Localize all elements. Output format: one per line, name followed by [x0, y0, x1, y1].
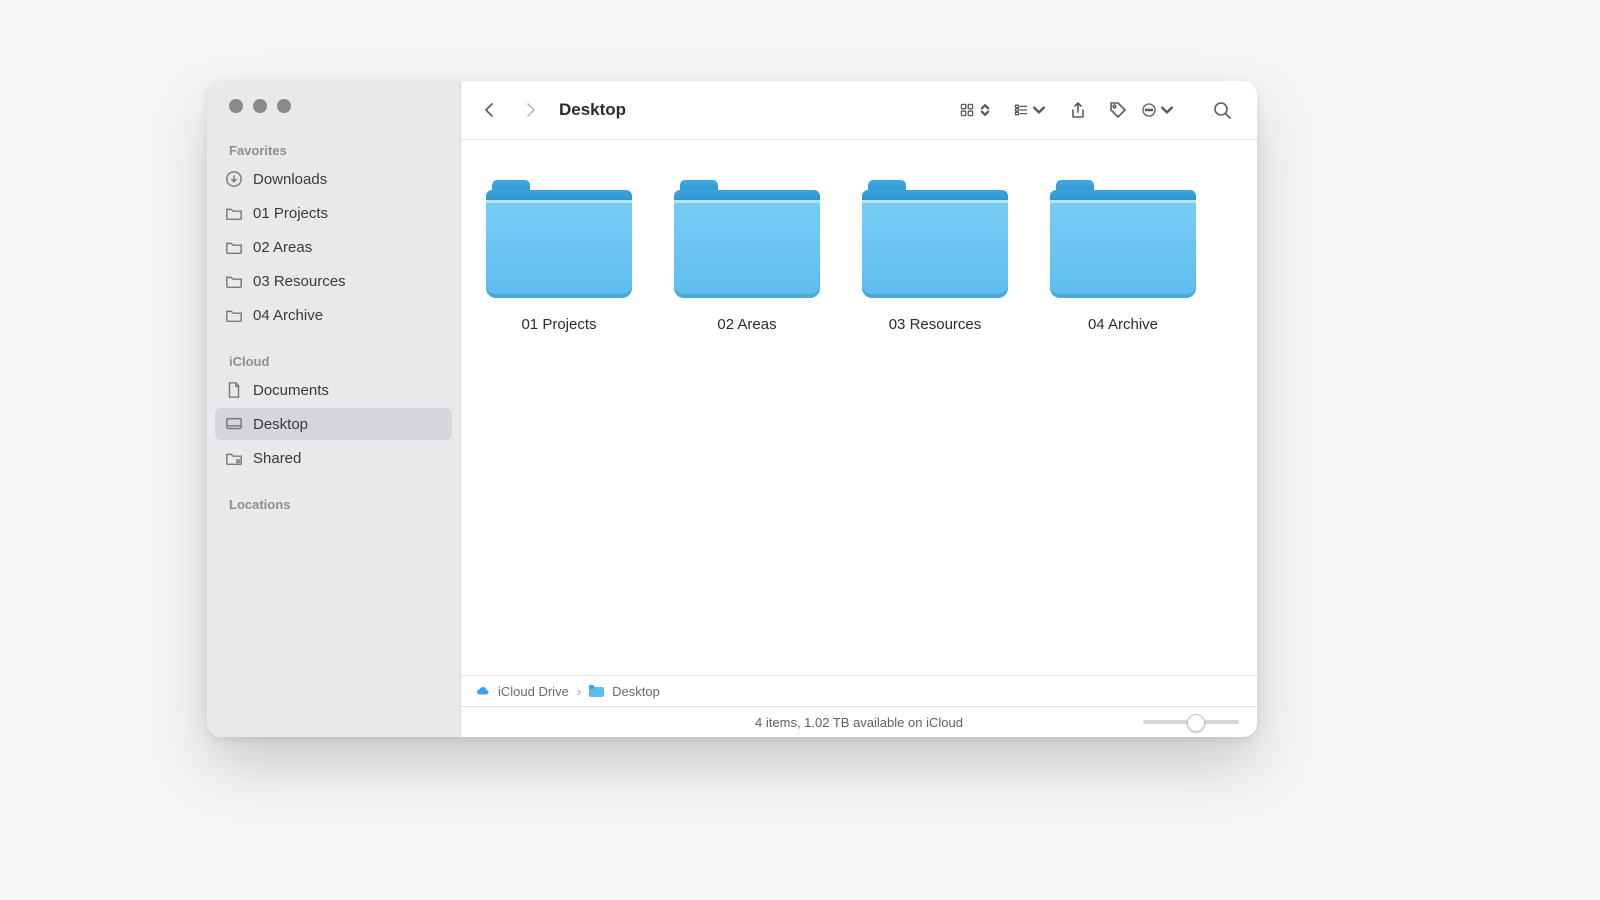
main-area: Desktop 01 Projects — [461, 81, 1257, 737]
folder-item[interactable]: 02 Areas — [671, 180, 823, 333]
item-label: 04 Archive — [1088, 316, 1158, 333]
folder-icon — [225, 272, 243, 290]
sidebar-item-label: Documents — [253, 382, 329, 399]
path-segment[interactable]: iCloud Drive — [498, 684, 569, 699]
group-by-button[interactable] — [1013, 93, 1047, 127]
zoom-window-button[interactable] — [277, 99, 291, 113]
folder-icon — [674, 180, 820, 298]
updown-icon — [977, 100, 993, 120]
share-icon — [1068, 100, 1088, 120]
folder-icon — [225, 204, 243, 222]
close-window-button[interactable] — [229, 99, 243, 113]
more-icon — [1141, 100, 1157, 120]
window-controls — [207, 99, 460, 135]
download-icon — [225, 170, 243, 188]
sidebar-section-locations: Locations — [207, 489, 460, 516]
sidebar-item-label: 02 Areas — [253, 239, 312, 256]
item-label: 01 Projects — [521, 316, 596, 333]
sidebar-section-favorites: Favorites — [207, 135, 460, 162]
sidebar-item-projects[interactable]: 01 Projects — [215, 197, 452, 229]
group-icon — [1013, 100, 1029, 120]
sidebar-item-resources[interactable]: 03 Resources — [215, 265, 452, 297]
sidebar-item-label: 01 Projects — [253, 205, 328, 222]
folder-item[interactable]: 01 Projects — [483, 180, 635, 333]
desktop-icon — [225, 415, 243, 433]
tag-icon — [1108, 100, 1128, 120]
file-grid[interactable]: 01 Projects 02 Areas 03 Resources 04 Arc… — [461, 140, 1257, 675]
sidebar-item-label: 04 Archive — [253, 307, 323, 324]
folder-item[interactable]: 03 Resources — [859, 180, 1011, 333]
folder-icon — [225, 306, 243, 324]
sidebar-section-icloud: iCloud — [207, 346, 460, 373]
sidebar-item-areas[interactable]: 02 Areas — [215, 231, 452, 263]
location-title: Desktop — [559, 100, 626, 120]
sidebar: Favorites Downloads 01 Projects 02 Areas… — [207, 81, 461, 737]
search-icon — [1212, 100, 1232, 120]
view-mode-button[interactable] — [959, 93, 993, 127]
sidebar-item-shared[interactable]: Shared — [215, 442, 452, 474]
path-bar: iCloud Drive › Desktop — [461, 675, 1257, 706]
folder-icon — [1050, 180, 1196, 298]
folder-item[interactable]: 04 Archive — [1047, 180, 1199, 333]
folder-icon — [589, 685, 604, 697]
sidebar-item-documents[interactable]: Documents — [215, 374, 452, 406]
nav-back-button[interactable] — [473, 93, 507, 127]
chevron-down-icon — [1031, 100, 1047, 120]
icloud-icon — [475, 684, 490, 699]
grid-icon — [959, 100, 975, 120]
folder-icon — [486, 180, 632, 298]
nav-forward-button[interactable] — [513, 93, 547, 127]
share-button[interactable] — [1061, 93, 1095, 127]
folder-icon — [862, 180, 1008, 298]
sidebar-item-label: Desktop — [253, 416, 308, 433]
slider-knob[interactable] — [1187, 714, 1205, 732]
sidebar-item-archive[interactable]: 04 Archive — [215, 299, 452, 331]
sidebar-item-downloads[interactable]: Downloads — [215, 163, 452, 195]
finder-window: Favorites Downloads 01 Projects 02 Areas… — [207, 81, 1257, 737]
item-label: 02 Areas — [717, 316, 776, 333]
icon-size-slider[interactable] — [1143, 720, 1239, 724]
tags-button[interactable] — [1101, 93, 1135, 127]
status-text: 4 items, 1.02 TB available on iCloud — [755, 715, 963, 730]
sidebar-item-desktop[interactable]: Desktop — [215, 408, 452, 440]
more-actions-button[interactable] — [1141, 93, 1175, 127]
path-separator: › — [577, 684, 581, 699]
search-button[interactable] — [1205, 93, 1239, 127]
toolbar: Desktop — [461, 81, 1257, 140]
minimize-window-button[interactable] — [253, 99, 267, 113]
shared-folder-icon — [225, 449, 243, 467]
sidebar-item-label: Downloads — [253, 171, 327, 188]
document-icon — [225, 381, 243, 399]
chevron-down-icon — [1159, 100, 1175, 120]
folder-icon — [225, 238, 243, 256]
item-label: 03 Resources — [889, 316, 982, 333]
sidebar-item-label: Shared — [253, 450, 301, 467]
status-bar: 4 items, 1.02 TB available on iCloud — [461, 706, 1257, 737]
sidebar-item-label: 03 Resources — [253, 273, 346, 290]
path-segment[interactable]: Desktop — [612, 684, 660, 699]
